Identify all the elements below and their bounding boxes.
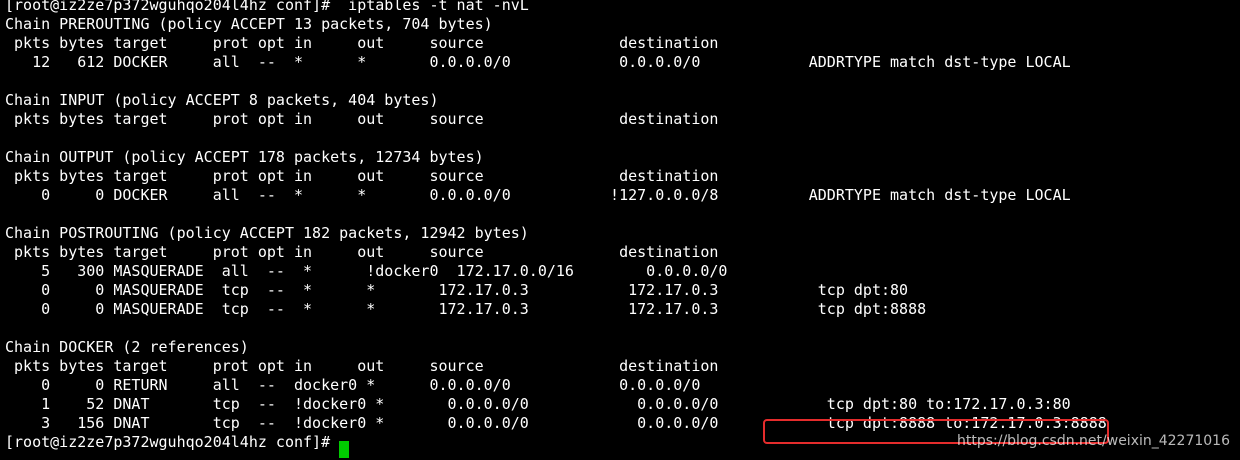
terminal-window[interactable]: [root@iz2ze7p372wguhqo204l4hz conf]# ipt… [0,0,1240,460]
output-line: pkts bytes target prot opt in out source… [5,110,719,128]
output-line: 0 0 DOCKER all -- * * 0.0.0.0/0 !127.0.0… [5,186,1071,204]
output-line: 0 0 MASQUERADE tcp -- * * 172.17.0.3 172… [5,300,927,318]
output-line: pkts bytes target prot opt in out source… [5,167,719,185]
output-line: pkts bytes target prot opt in out source… [5,357,719,375]
shell-prompt-line: [root@iz2ze7p372wguhqo204l4hz conf]# ipt… [5,0,529,14]
output-line: 0 0 MASQUERADE tcp -- * * 172.17.0.3 172… [5,281,909,299]
terminal-cursor [339,441,350,458]
shell-prompt-line: [root@iz2ze7p372wguhqo204l4hz conf]# [5,433,340,451]
watermark-text: https://blog.csdn.net/weixin_42271016 [956,433,1230,449]
output-line: 12 612 DOCKER all -- * * 0.0.0.0/0 0.0.0… [5,53,1071,71]
output-line: 0 0 RETURN all -- docker0 * 0.0.0.0/0 0.… [5,376,701,394]
output-line: Chain PREROUTING (policy ACCEPT 13 packe… [5,15,493,33]
output-line: Chain INPUT (policy ACCEPT 8 packets, 40… [5,91,439,109]
output-line: 1 52 DNAT tcp -- !docker0 * 0.0.0.0/0 0.… [5,395,1071,413]
output-line: pkts bytes target prot opt in out source… [5,243,719,261]
output-line: 5 300 MASQUERADE all -- * !docker0 172.1… [5,262,728,280]
output-line: Chain POSTROUTING (policy ACCEPT 182 pac… [5,224,529,242]
output-line: Chain OUTPUT (policy ACCEPT 178 packets,… [5,148,484,166]
output-line: Chain DOCKER (2 references) [5,338,249,356]
output-line: pkts bytes target prot opt in out source… [5,34,719,52]
